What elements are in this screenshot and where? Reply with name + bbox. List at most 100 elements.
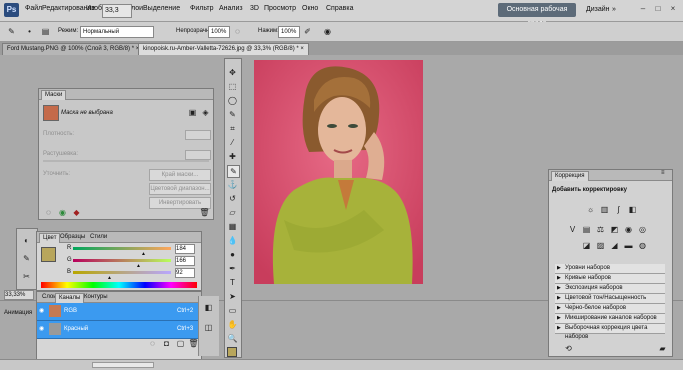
preset-hue-saturation[interactable]: Цветовой тон/Насыщенность наборов [555, 294, 665, 310]
preset-exposure[interactable]: Экспозиция наборов [555, 284, 665, 294]
invert-icon[interactable]: ◪ [581, 240, 592, 251]
clone-stamp-tool-icon[interactable]: ⚓ [227, 179, 238, 190]
r-slider[interactable] [73, 247, 171, 250]
color-balance-icon[interactable]: ⚖ [595, 224, 606, 235]
pressure-opacity-icon[interactable]: ◌ [232, 26, 243, 37]
r-value[interactable]: 184 [175, 244, 195, 254]
g-value[interactable]: 166 [175, 256, 195, 266]
tab-styles[interactable]: Стили [87, 233, 110, 242]
shape-tool-icon[interactable]: ▭ [227, 305, 238, 316]
quick-select-tool-icon[interactable]: ✎ [227, 109, 238, 120]
color-spectrum-bar[interactable] [41, 282, 197, 288]
brush-size-icon[interactable]: • [24, 26, 35, 37]
panel-menu-icon[interactable]: ≡ [661, 170, 665, 176]
trash-icon[interactable]: 🗑 [199, 207, 210, 218]
lasso-tool-icon[interactable]: ◯ [227, 95, 238, 106]
blur-tool-icon[interactable]: 💧 [227, 235, 238, 246]
brush-preset-icon[interactable]: ✎ [6, 26, 17, 37]
brush-panel-icon[interactable]: ▤ [40, 26, 51, 37]
tab-amber-valletta[interactable]: kinopoisk.ru-Amber-Valletta-72626.jpg @ … [138, 43, 309, 55]
menu-file[interactable]: Файл [25, 5, 42, 12]
healing-tool-icon[interactable]: ✚ [227, 151, 238, 162]
menu-3d[interactable]: 3D [250, 5, 259, 12]
clip-icon[interactable]: ▰ [657, 343, 668, 354]
r-slider-handle[interactable]: ▲ [141, 251, 146, 257]
zoom-level-field[interactable]: 33,3 [102, 4, 132, 18]
pixel-mask-icon[interactable]: ▣ [187, 107, 198, 118]
foreground-color-swatch[interactable] [41, 247, 56, 262]
tab-ford-mustang[interactable]: Ford Mustang.PNG @ 100% (Слой 3, RGB/8) … [2, 43, 145, 55]
tab-swatches[interactable]: Образцы [57, 233, 88, 242]
feather-slider[interactable] [43, 160, 209, 162]
eye-icon[interactable]: ◉ [39, 321, 44, 338]
status-zoom[interactable]: 33,33% [4, 290, 34, 300]
color-range-button[interactable]: Цветовой диапазон... [149, 183, 211, 195]
opacity-field[interactable]: 100% [208, 26, 230, 38]
apply-mask-icon[interactable]: ◆ [71, 207, 82, 218]
tab-adjustments[interactable]: Коррекция [551, 171, 589, 181]
feather-field[interactable] [185, 150, 211, 160]
load-selection-icon[interactable]: ◌ [43, 207, 54, 218]
menu-help[interactable]: Справка [326, 5, 353, 12]
levels-icon[interactable]: ▥ [599, 204, 610, 215]
threshold-icon[interactable]: ◢ [609, 240, 620, 251]
restore-button[interactable]: □ [652, 3, 664, 15]
density-field[interactable] [185, 130, 211, 140]
brightness-icon[interactable]: ☼ [585, 204, 596, 215]
workspace-more-button[interactable]: » [612, 6, 616, 13]
brush-tool-icon[interactable]: ✎ [227, 165, 240, 178]
channel-mixer-icon[interactable]: ◎ [637, 224, 648, 235]
menu-view[interactable]: Просмотр [264, 5, 296, 12]
type-tool-icon[interactable]: T [227, 277, 238, 288]
selective-color-icon[interactable]: ◍ [637, 240, 648, 251]
new-channel-icon[interactable]: ▢ [175, 338, 186, 349]
mask-edge-button[interactable]: Край маски... [149, 169, 211, 181]
tab-channels[interactable]: Каналы [55, 293, 85, 303]
canvas-document[interactable]: 01 [254, 60, 423, 284]
menu-select[interactable]: Выделение [143, 5, 180, 12]
photo-filter-icon[interactable]: ◉ [623, 224, 634, 235]
layers-dock-icon[interactable]: ◧ [203, 302, 214, 313]
color-panel-icon[interactable]: ◐ [21, 235, 32, 246]
marquee-tool-icon[interactable]: ⬚ [227, 81, 238, 92]
b-slider-handle[interactable]: ▲ [107, 275, 112, 281]
workspace-essentials-button[interactable]: Основная рабочая среда [498, 3, 576, 27]
preset-selective-color[interactable]: Выборочная коррекция цвета наборов [555, 324, 665, 340]
pressure-field[interactable]: 100% [278, 26, 300, 38]
load-channel-icon[interactable]: ◌ [147, 338, 158, 349]
channel-row-red[interactable]: ◉ Красный Ctrl+3 [37, 321, 201, 339]
vibrance-icon[interactable]: V [567, 224, 578, 235]
preset-levels[interactable]: Уровни наборов [555, 264, 665, 274]
preset-black-white[interactable]: Черно-белое наборов [555, 304, 665, 314]
b-value[interactable]: 92 [175, 268, 195, 278]
curves-icon[interactable]: ∫ [613, 204, 624, 215]
pen-tool-icon[interactable]: ✒ [227, 263, 238, 274]
brush-panel-icon[interactable]: ✎ [21, 253, 32, 264]
clone-source-icon[interactable]: ✂ [21, 271, 32, 282]
dodge-tool-icon[interactable]: ● [227, 249, 238, 260]
animation-label[interactable]: Анимация [4, 310, 32, 316]
vector-mask-icon[interactable]: ◈ [200, 107, 211, 118]
history-dock-icon[interactable]: ◫ [203, 322, 214, 333]
b-slider[interactable] [73, 271, 171, 274]
return-icon[interactable]: ⟲ [563, 343, 574, 354]
move-tool-icon[interactable]: ✥ [227, 67, 238, 78]
channel-row-rgb[interactable]: ◉ RGB Ctrl+2 [37, 303, 201, 321]
gradient-map-icon[interactable]: ▬ [623, 240, 634, 251]
posterize-icon[interactable]: ▨ [595, 240, 606, 251]
workspace-design-button[interactable]: Дизайн [586, 6, 610, 13]
preset-channel-mixer[interactable]: Микширование каналов наборов [555, 314, 665, 324]
zoom-tool-icon[interactable]: 🔍 [227, 333, 238, 344]
menu-analysis[interactable]: Анализ [219, 5, 243, 12]
tab-paths[interactable]: Контуры [81, 293, 111, 302]
preset-curves[interactable]: Кривые наборов [555, 274, 665, 284]
eyedropper-tool-icon[interactable]: ⁄ [227, 137, 238, 148]
eye-icon[interactable]: ◉ [39, 303, 44, 320]
crop-tool-icon[interactable]: ⌗ [227, 123, 238, 134]
pressure-size-icon[interactable]: ◉ [322, 26, 333, 37]
close-icon[interactable]: × [300, 46, 304, 52]
black-white-icon[interactable]: ◩ [609, 224, 620, 235]
menu-filter[interactable]: Фильтр [190, 5, 214, 12]
hue-saturation-icon[interactable]: ▤ [581, 224, 592, 235]
airbrush-icon[interactable]: ✐ [302, 26, 313, 37]
